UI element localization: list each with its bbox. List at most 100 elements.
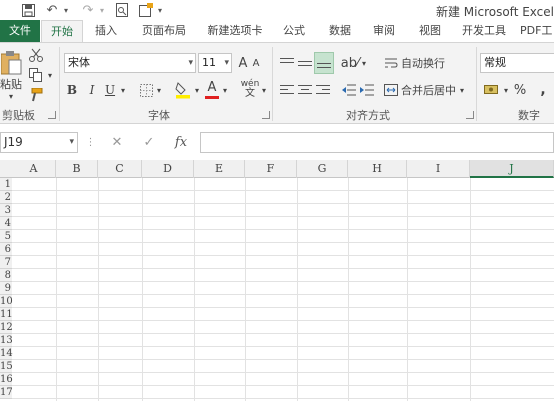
tab-review[interactable]: 审阅 bbox=[366, 20, 402, 42]
shrink-font-button[interactable]: A bbox=[250, 54, 262, 72]
increase-indent-icon[interactable] bbox=[358, 79, 376, 101]
insert-function-button[interactable]: fx bbox=[172, 132, 190, 153]
new-document-icon[interactable] bbox=[138, 1, 154, 19]
underline-dropdown-icon[interactable]: ▾ bbox=[118, 81, 128, 99]
alignment-launcher-icon[interactable] bbox=[466, 111, 474, 119]
clipboard-launcher-icon[interactable] bbox=[48, 111, 56, 119]
font-name-select[interactable]: 宋体 ▾ bbox=[64, 53, 196, 73]
row-header-1[interactable]: 1 bbox=[0, 178, 12, 191]
italic-button[interactable]: I bbox=[84, 81, 100, 99]
grow-font-button[interactable]: A bbox=[236, 54, 250, 72]
align-right-icon[interactable] bbox=[314, 79, 332, 101]
column-header-i[interactable]: I bbox=[407, 160, 470, 178]
merge-center-label: 合并后居中 bbox=[401, 84, 456, 97]
paste-dropdown-icon[interactable]: ▾ bbox=[6, 91, 16, 101]
print-preview-icon[interactable] bbox=[114, 1, 130, 19]
cut-icon[interactable] bbox=[28, 47, 44, 63]
tab-home[interactable]: 开始 bbox=[41, 20, 83, 42]
enter-icon[interactable]: ✓ bbox=[140, 132, 158, 153]
tab-developer[interactable]: 开发工具 bbox=[456, 20, 512, 42]
row-header-10[interactable]: 10 bbox=[0, 295, 13, 308]
grid-line bbox=[470, 178, 471, 401]
row-header-13[interactable]: 13 bbox=[0, 334, 13, 347]
orientation-icon[interactable]: ab⁄ bbox=[340, 52, 360, 74]
more-options-icon[interactable]: ⋮ bbox=[84, 132, 96, 153]
row-header-2[interactable]: 2 bbox=[0, 191, 12, 204]
row-header-5[interactable]: 5 bbox=[0, 230, 12, 243]
phonetic-guide-button[interactable]: wén 文 bbox=[240, 79, 260, 99]
tab-formulas[interactable]: 公式 bbox=[276, 20, 312, 42]
align-middle-icon[interactable] bbox=[296, 52, 314, 74]
undo-icon[interactable]: ↶ bbox=[44, 1, 60, 19]
row-header-3[interactable]: 3 bbox=[0, 204, 12, 217]
percent-button[interactable]: % bbox=[512, 80, 528, 100]
merge-center-button[interactable]: 合并后居中 ▾ bbox=[384, 79, 472, 101]
fill-color-icon[interactable] bbox=[174, 80, 192, 100]
column-header-j[interactable]: J bbox=[470, 160, 554, 178]
column-header-d[interactable]: D bbox=[142, 160, 194, 178]
orientation-dropdown-icon[interactable]: ▾ bbox=[360, 52, 368, 74]
row-header-4[interactable]: 4 bbox=[0, 217, 12, 230]
align-bottom-icon[interactable] bbox=[314, 52, 334, 74]
column-header-f[interactable]: F bbox=[245, 160, 297, 178]
row-header-17[interactable]: 17 bbox=[0, 386, 13, 399]
copy-dropdown-icon[interactable]: ▾ bbox=[46, 69, 54, 81]
row-header-8[interactable]: 8 bbox=[0, 269, 12, 282]
row-header-15[interactable]: 15 bbox=[0, 360, 13, 373]
align-top-icon[interactable] bbox=[278, 52, 296, 74]
align-left-icon[interactable] bbox=[278, 79, 296, 101]
cell-grid[interactable] bbox=[12, 178, 554, 401]
borders-dropdown-icon[interactable]: ▾ bbox=[154, 81, 164, 99]
font-launcher-icon[interactable] bbox=[262, 111, 270, 119]
format-painter-icon[interactable] bbox=[28, 87, 44, 103]
column-header-a[interactable]: A bbox=[12, 160, 56, 178]
phonetic-guide-char: 文 bbox=[245, 87, 255, 99]
comma-style-button[interactable]: , bbox=[536, 80, 550, 100]
paste-icon[interactable] bbox=[0, 47, 24, 77]
name-box[interactable]: J19 ▾ bbox=[0, 132, 78, 153]
tab-page-layout[interactable]: 页面布局 bbox=[134, 20, 194, 42]
undo-dropdown-icon[interactable]: ▾ bbox=[62, 1, 70, 19]
fill-color-dropdown-icon[interactable]: ▾ bbox=[192, 81, 202, 99]
accounting-format-icon[interactable] bbox=[482, 80, 502, 100]
font-color-button[interactable]: A bbox=[204, 79, 220, 101]
column-header-e[interactable]: E bbox=[194, 160, 245, 178]
column-headers: ABCDEFGHIJ bbox=[0, 160, 554, 178]
row-header-12[interactable]: 12 bbox=[0, 321, 13, 334]
tab-insert[interactable]: 插入 bbox=[88, 20, 124, 42]
bold-button[interactable]: B bbox=[64, 81, 80, 99]
copy-icon[interactable] bbox=[28, 67, 44, 83]
row-header-6[interactable]: 6 bbox=[0, 243, 12, 256]
align-center-icon[interactable] bbox=[296, 79, 314, 101]
tab-data[interactable]: 数据 bbox=[320, 20, 360, 42]
font-color-dropdown-icon[interactable]: ▾ bbox=[220, 81, 230, 99]
customize-qat-icon[interactable]: ▾ bbox=[156, 1, 164, 19]
save-icon[interactable] bbox=[20, 1, 36, 19]
row-header-9[interactable]: 9 bbox=[0, 282, 12, 295]
tab-file[interactable]: 文件 bbox=[0, 20, 40, 42]
accounting-dropdown-icon[interactable]: ▾ bbox=[502, 81, 510, 99]
column-header-b[interactable]: B bbox=[56, 160, 98, 178]
font-size-select[interactable]: 11 ▾ bbox=[198, 53, 232, 73]
tab-pdf[interactable]: PDF工 bbox=[520, 20, 554, 42]
formula-input[interactable] bbox=[200, 132, 554, 153]
redo-dropdown-icon[interactable]: ▾ bbox=[98, 1, 106, 19]
cancel-icon[interactable]: ✕ bbox=[108, 132, 126, 153]
tab-new-tab[interactable]: 新建选项卡 bbox=[200, 20, 270, 42]
underline-button[interactable]: U bbox=[102, 81, 118, 99]
row-header-16[interactable]: 16 bbox=[0, 373, 13, 386]
borders-icon[interactable] bbox=[138, 81, 154, 99]
wrap-text-button[interactable]: 自动换行 bbox=[384, 52, 470, 74]
decrease-indent-icon[interactable] bbox=[340, 79, 358, 101]
redo-icon[interactable]: ↷ bbox=[80, 1, 96, 19]
row-header-7[interactable]: 7 bbox=[0, 256, 12, 269]
column-header-h[interactable]: H bbox=[348, 160, 407, 178]
column-header-g[interactable]: G bbox=[297, 160, 348, 178]
number-format-select[interactable]: 常规 bbox=[480, 53, 554, 73]
tab-view[interactable]: 视图 bbox=[412, 20, 448, 42]
column-header-c[interactable]: C bbox=[98, 160, 142, 178]
row-header-11[interactable]: 11 bbox=[0, 308, 13, 321]
phonetic-dropdown-icon[interactable]: ▾ bbox=[260, 81, 268, 99]
paste-button[interactable]: 粘贴 bbox=[0, 77, 22, 91]
row-header-14[interactable]: 14 bbox=[0, 347, 13, 360]
